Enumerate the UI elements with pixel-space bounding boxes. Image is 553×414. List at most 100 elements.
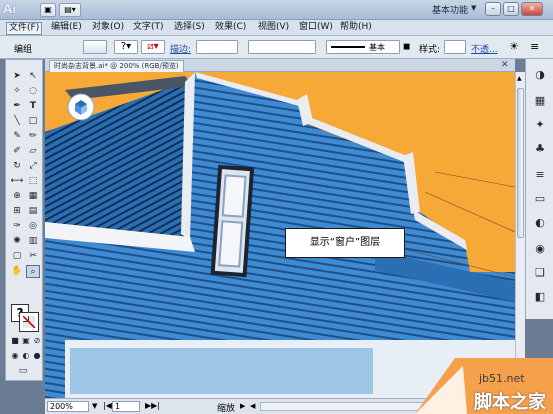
document-tab-bar: 时尚杂志背景.ai* @ 200% (RGB/预览) ✕: [45, 59, 515, 72]
free-transform-tool-icon[interactable]: ⬚: [26, 175, 40, 188]
eyedropper-tool-icon[interactable]: ✑: [10, 220, 24, 233]
eraser-tool-icon[interactable]: ▱: [26, 145, 40, 158]
gradient-tool-icon[interactable]: ▤: [26, 205, 40, 218]
scroll-left-icon[interactable]: ◀: [250, 402, 255, 410]
scroll-thumb[interactable]: [517, 88, 524, 238]
blend-tool-icon[interactable]: ◎: [26, 220, 40, 233]
app-logo: Ai: [3, 2, 17, 16]
column-graph-tool-icon[interactable]: ▥: [26, 235, 40, 248]
layer-callout: 显示“窗户”图层: [285, 228, 405, 258]
shape-builder-tool-icon[interactable]: ⊕: [10, 190, 24, 203]
hand-tool-icon[interactable]: ✋: [10, 265, 24, 278]
vertical-scrollbar[interactable]: ▲ ▼: [515, 72, 525, 398]
line-tool-icon[interactable]: ╲: [10, 115, 24, 128]
align-icon[interactable]: ☀: [509, 40, 519, 53]
panel-dock: ◑ ▦ ✦ ♣ ≡ ▭ ◐ ◉ ❏ ◧: [525, 59, 553, 319]
watermark-name: 脚本之家: [474, 392, 546, 413]
close-document-icon[interactable]: ✕: [501, 60, 509, 70]
transparency-panel-icon[interactable]: ◐: [532, 215, 548, 231]
magic-wand-tool-icon[interactable]: ✧: [10, 85, 24, 98]
maximize-icon[interactable]: □: [503, 2, 519, 16]
next-page-icon[interactable]: ▶▶|: [145, 401, 160, 410]
page-number-field[interactable]: 1: [112, 401, 140, 412]
sign-placeholder: [70, 348, 373, 394]
fill-swatch[interactable]: ?▾: [114, 40, 138, 54]
width-tool-icon[interactable]: ⟷: [10, 175, 24, 188]
paintbrush-tool-icon[interactable]: ✎: [10, 130, 24, 143]
artboard-tool-icon[interactable]: ▢: [10, 250, 24, 263]
appearance-panel-icon[interactable]: ◉: [532, 241, 548, 257]
arrange-documents-button[interactable]: ▤▾: [59, 3, 81, 17]
lasso-tool-icon[interactable]: ◌: [26, 85, 40, 98]
minimize-icon[interactable]: –: [485, 2, 501, 16]
layers-panel-icon[interactable]: ◧: [532, 289, 548, 305]
gradient-panel-icon[interactable]: ▭: [532, 191, 548, 207]
illustrator-window: Ai ▣ ▤▾ 基本功能 ▼ – □ ✕ 文件(F) 编辑(E) 对象(O) 文…: [0, 0, 553, 414]
blob-brush-tool-icon[interactable]: ✐: [10, 145, 24, 158]
menu-help[interactable]: 帮助(H): [340, 22, 372, 33]
draw-inside-icon[interactable]: ●: [30, 349, 44, 362]
bridge-button[interactable]: ▣: [40, 3, 56, 17]
menu-effect[interactable]: 效果(C): [215, 22, 246, 33]
stroke-swatch[interactable]: ⧄▾: [141, 40, 165, 54]
symbols-panel-icon[interactable]: ♣: [532, 141, 548, 157]
brush-definition-select[interactable]: 基本: [326, 40, 400, 54]
stroke-panel-icon[interactable]: ≡: [532, 167, 548, 183]
watermark-domain: jb51.net: [479, 372, 525, 385]
mesh-tool-icon[interactable]: ⊞: [10, 205, 24, 218]
graphic-styles-panel-icon[interactable]: ❏: [532, 265, 548, 281]
color-panel-icon[interactable]: ◑: [532, 67, 548, 83]
pencil-tool-icon[interactable]: ✏: [26, 130, 40, 143]
close-icon[interactable]: ✕: [521, 2, 543, 16]
stroke-color-icon[interactable]: [19, 312, 39, 332]
menu-file[interactable]: 文件(F): [6, 22, 43, 35]
screen-mode-icon[interactable]: ▭: [16, 365, 30, 378]
artboard-canvas[interactable]: [45, 72, 515, 398]
none-mode-icon[interactable]: ⊘: [30, 334, 44, 347]
document-tab[interactable]: 时尚杂志背景.ai* @ 200% (RGB/预览): [49, 60, 184, 72]
brush-stroke-preview: [331, 46, 365, 48]
perspective-grid-tool-icon[interactable]: ▦: [26, 190, 40, 203]
menu-window[interactable]: 窗口(W): [299, 22, 333, 33]
menu-select[interactable]: 选择(S): [174, 22, 205, 33]
isolate-group-button[interactable]: [83, 40, 107, 54]
graphic-style-icon[interactable]: ◼: [403, 40, 415, 54]
panel-menu-icon[interactable]: ≡: [530, 40, 539, 53]
window: [210, 164, 255, 278]
chevron-down-icon[interactable]: ▼: [92, 402, 97, 410]
variable-width-select[interactable]: [248, 40, 316, 54]
status-menu-arrow[interactable]: ▶: [240, 402, 245, 410]
direct-selection-tool-icon[interactable]: ↖: [26, 70, 40, 83]
first-page-icon[interactable]: |◀: [103, 401, 112, 410]
zoom-tool-icon[interactable]: ⌕: [26, 265, 40, 278]
menu-object[interactable]: 对象(O): [92, 22, 124, 33]
menu-edit[interactable]: 编辑(E): [51, 22, 82, 33]
selection-tool-icon[interactable]: ➤: [10, 70, 24, 83]
workspace-switcher[interactable]: 基本功能: [432, 3, 468, 16]
style-label: 样式:: [419, 45, 441, 55]
slice-tool-icon[interactable]: ✂: [26, 250, 40, 263]
rotate-tool-icon[interactable]: ↻: [10, 160, 24, 173]
rectangle-tool-icon[interactable]: □: [26, 115, 40, 128]
building-artwork: [45, 72, 515, 398]
status-info: 缩放: [217, 404, 236, 414]
stroke-label[interactable]: 描边:: [170, 42, 191, 55]
opacity-label[interactable]: 不透...: [471, 42, 498, 55]
menu-view[interactable]: 视图(V): [258, 22, 289, 33]
symbol-sprayer-tool-icon[interactable]: ✺: [10, 235, 24, 248]
title-bar: Ai ▣ ▤▾ 基本功能 ▼ – □ ✕: [0, 0, 553, 20]
pen-tool-icon[interactable]: ✒: [10, 100, 24, 113]
zoom-level-field[interactable]: 200%: [47, 401, 89, 412]
style-select[interactable]: [444, 40, 466, 54]
brush-label: 基本: [369, 43, 385, 52]
menu-type[interactable]: 文字(T): [133, 22, 164, 33]
stroke-weight-input[interactable]: [196, 40, 238, 54]
brushes-panel-icon[interactable]: ✦: [532, 117, 548, 133]
scroll-up-icon[interactable]: ▲: [517, 74, 524, 83]
tools-panel: ➤ ↖ ✧ ◌ ✒ T ╲ □ ✎ ✏ ✐ ▱ ↻ ⤢ ⟷ ⬚ ⊕ ▦ ⊞ ▤ …: [5, 59, 43, 381]
chevron-down-icon[interactable]: ▼: [471, 4, 476, 12]
menu-bar: 文件(F) 编辑(E) 对象(O) 文字(T) 选择(S) 效果(C) 视图(V…: [0, 20, 553, 36]
scale-tool-icon[interactable]: ⤢: [26, 160, 40, 173]
type-tool-icon[interactable]: T: [26, 100, 40, 113]
swatches-panel-icon[interactable]: ▦: [532, 93, 548, 109]
